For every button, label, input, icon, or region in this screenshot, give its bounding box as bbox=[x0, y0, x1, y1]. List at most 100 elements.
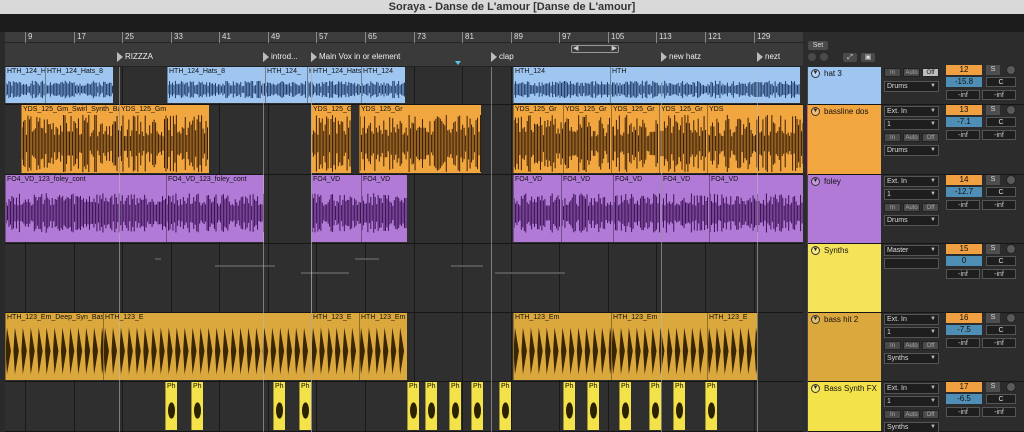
audio-clip[interactable]: FO4_VD bbox=[709, 175, 803, 242]
audio-clip[interactable]: HTH_124_Hats_8 bbox=[311, 67, 361, 103]
audio-clip[interactable]: HTH_123_Em bbox=[611, 313, 707, 380]
routing-select[interactable]: Ext. In ▼ bbox=[884, 106, 939, 117]
audio-clip[interactable]: YDS_125_Gr bbox=[359, 105, 481, 173]
audio-clip[interactable]: Ph bbox=[563, 382, 575, 430]
track-header[interactable]: ▼ Synths bbox=[808, 244, 881, 313]
track-activator-button[interactable]: 13 bbox=[946, 105, 982, 115]
routing-select[interactable]: Synths ▼ bbox=[884, 422, 939, 432]
routing-select[interactable]: 1 ▼ bbox=[884, 396, 939, 407]
audio-clip[interactable]: HTH_123_Em bbox=[513, 313, 611, 380]
solo-button[interactable]: S bbox=[986, 175, 1000, 185]
audio-clip[interactable]: Ph bbox=[705, 382, 717, 430]
loop-brace[interactable]: ◀ ▶ bbox=[571, 45, 619, 53]
audio-clip[interactable]: YDS_125_Gr bbox=[513, 105, 563, 173]
routing-select[interactable]: 1 ▼ bbox=[884, 327, 939, 338]
audio-clip[interactable]: HTH_124_Hat bbox=[5, 67, 45, 103]
track-header[interactable]: ▼ bass hit 2 bbox=[808, 313, 881, 382]
volume-field[interactable]: -7.5 bbox=[946, 325, 982, 335]
next-locator-icon[interactable] bbox=[820, 53, 828, 61]
track-header[interactable]: ▼ bassline dos bbox=[808, 105, 881, 175]
prev-locator-icon[interactable] bbox=[808, 53, 816, 61]
audio-clip[interactable]: YDS_125_Gr bbox=[563, 105, 611, 173]
track-activator-button[interactable]: 12 bbox=[946, 65, 982, 75]
audio-clip[interactable]: FO4_VD bbox=[361, 175, 407, 242]
track-name[interactable]: bassline dos bbox=[824, 106, 868, 117]
lock-icon[interactable]: ▣ bbox=[861, 53, 875, 62]
monitor-in-button[interactable]: In bbox=[884, 133, 901, 142]
volume-field[interactable]: -15.8 bbox=[946, 77, 982, 87]
pan-knob[interactable]: C bbox=[986, 394, 1016, 404]
track-activator-button[interactable]: 16 bbox=[946, 313, 982, 323]
audio-clip[interactable]: HTH_124_Hats_8 bbox=[45, 67, 113, 103]
bar-ruler[interactable]: 9 17 25 33 41 49 57 65 73 81 89 97 105 113 121 129 bbox=[5, 32, 803, 43]
fold-toggle-icon[interactable]: ▼ bbox=[811, 69, 820, 78]
audio-clip[interactable]: Ph bbox=[649, 382, 661, 430]
monitor-auto-button[interactable]: Auto bbox=[903, 341, 920, 350]
monitor-in-button[interactable]: In bbox=[884, 203, 901, 212]
track-header[interactable]: ▼ foley bbox=[808, 175, 881, 244]
audio-clip[interactable]: HTH_123_E bbox=[707, 313, 757, 380]
audio-clip[interactable]: HTH_123_Em bbox=[359, 313, 407, 380]
solo-button[interactable]: S bbox=[986, 382, 1000, 392]
locator-lane[interactable]: ◀ ▶ RIZZZA introd... Main Vox in or elemen… bbox=[5, 43, 803, 67]
audio-clip[interactable]: YDS_125_Gm_Swirl_Synth_Bas bbox=[311, 105, 351, 173]
track-activator-button[interactable]: 15 bbox=[946, 244, 982, 254]
fold-toggle-icon[interactable]: ▼ bbox=[811, 107, 820, 116]
track-lane[interactable]: HTH_124_HatHTH_124_Hats_8HTH_124_Hats_8H… bbox=[5, 67, 803, 105]
audio-clip[interactable]: FO4_VD bbox=[661, 175, 709, 242]
monitor-off-button[interactable]: Off bbox=[922, 341, 939, 350]
solo-button[interactable]: S bbox=[986, 105, 1000, 115]
arm-button-icon[interactable] bbox=[1006, 65, 1016, 75]
audio-clip[interactable]: Ph bbox=[499, 382, 511, 430]
volume-field[interactable]: -7.1 bbox=[946, 117, 982, 127]
track-lane[interactable]: YDS_125_Gm_Swirl_Synth_Bass_1YDS_125_Gm Y… bbox=[5, 105, 803, 175]
audio-clip[interactable]: HTH_124_ bbox=[265, 67, 307, 103]
audio-clip[interactable]: YDS_125_Gm_Swirl_Synth_Bass_1 bbox=[21, 105, 119, 173]
arm-button-icon[interactable] bbox=[1006, 105, 1016, 115]
fold-toggle-icon[interactable]: ▼ bbox=[811, 315, 820, 324]
solo-button[interactable]: S bbox=[986, 313, 1000, 323]
track-lane[interactable] bbox=[5, 244, 803, 313]
audio-clip[interactable]: Ph bbox=[673, 382, 685, 430]
monitor-auto-button[interactable]: Auto bbox=[903, 68, 920, 77]
solo-button[interactable]: S bbox=[986, 65, 1000, 75]
audio-clip[interactable]: FO4_VD bbox=[513, 175, 561, 242]
pan-knob[interactable]: C bbox=[986, 117, 1016, 127]
monitor-auto-button[interactable]: Auto bbox=[903, 133, 920, 142]
audio-clip[interactable]: Ph bbox=[191, 382, 203, 430]
track-name[interactable]: hat 3 bbox=[824, 68, 842, 79]
audio-clip[interactable]: HTH_123_E bbox=[103, 313, 311, 380]
track-header[interactable]: ▼ Bass Synth FX bbox=[808, 382, 881, 432]
monitor-in-button[interactable]: In bbox=[884, 68, 901, 77]
audio-clip[interactable]: YDS_125_Gm bbox=[119, 105, 209, 173]
track-header[interactable]: ▼ hat 3 bbox=[808, 67, 881, 105]
monitor-off-button[interactable]: Off bbox=[922, 203, 939, 212]
pan-knob[interactable]: C bbox=[986, 77, 1016, 87]
pan-knob[interactable]: C bbox=[986, 325, 1016, 335]
audio-clip[interactable]: HTH_124 bbox=[361, 67, 405, 103]
audio-clip[interactable]: Ph bbox=[619, 382, 631, 430]
track-activator-button[interactable]: 17 bbox=[946, 382, 982, 392]
monitor-auto-button[interactable]: Auto bbox=[903, 203, 920, 212]
routing-select[interactable]: Ext. In ▼ bbox=[884, 383, 939, 394]
routing-select[interactable]: Synths ▼ bbox=[884, 353, 939, 364]
audio-clip[interactable]: FO4_VD_123_foley_cont bbox=[166, 175, 264, 242]
audio-clip[interactable]: HTH_123_Em_Deep_Syn_Bass bbox=[5, 313, 103, 380]
audio-clip[interactable]: FO4_VD bbox=[561, 175, 613, 242]
audio-clip[interactable]: Ph bbox=[273, 382, 285, 430]
routing-select[interactable]: 1 ▼ bbox=[884, 189, 939, 200]
routing-select[interactable]: Master ▼ bbox=[884, 245, 939, 256]
monitor-off-button[interactable]: Off bbox=[922, 410, 939, 419]
audio-clip[interactable]: YDS_125_Gr bbox=[611, 105, 659, 173]
track-lane[interactable]: HTH_123_Em_Deep_Syn_Bass HTH_123_E HTH_123… bbox=[5, 313, 803, 382]
audio-clip[interactable]: Ph bbox=[165, 382, 177, 430]
fold-toggle-icon[interactable]: ▼ bbox=[811, 177, 820, 186]
audio-clip[interactable]: FO4_VD bbox=[311, 175, 361, 242]
arm-button-icon[interactable] bbox=[1006, 175, 1016, 185]
track-lane[interactable]: Ph Ph Ph Ph Ph Ph Ph Ph Ph Ph Ph Ph Ph Ph Ph bbox=[5, 382, 803, 432]
track-name[interactable]: Bass Synth FX bbox=[824, 383, 877, 394]
audio-clip[interactable]: HTH_124_Hats_8 bbox=[167, 67, 265, 103]
arm-button-icon[interactable] bbox=[1006, 244, 1016, 254]
arrangement-view[interactable]: HTH_124_HatHTH_124_Hats_8HTH_124_Hats_8H… bbox=[5, 67, 803, 432]
monitor-off-button[interactable]: Off bbox=[922, 68, 939, 77]
